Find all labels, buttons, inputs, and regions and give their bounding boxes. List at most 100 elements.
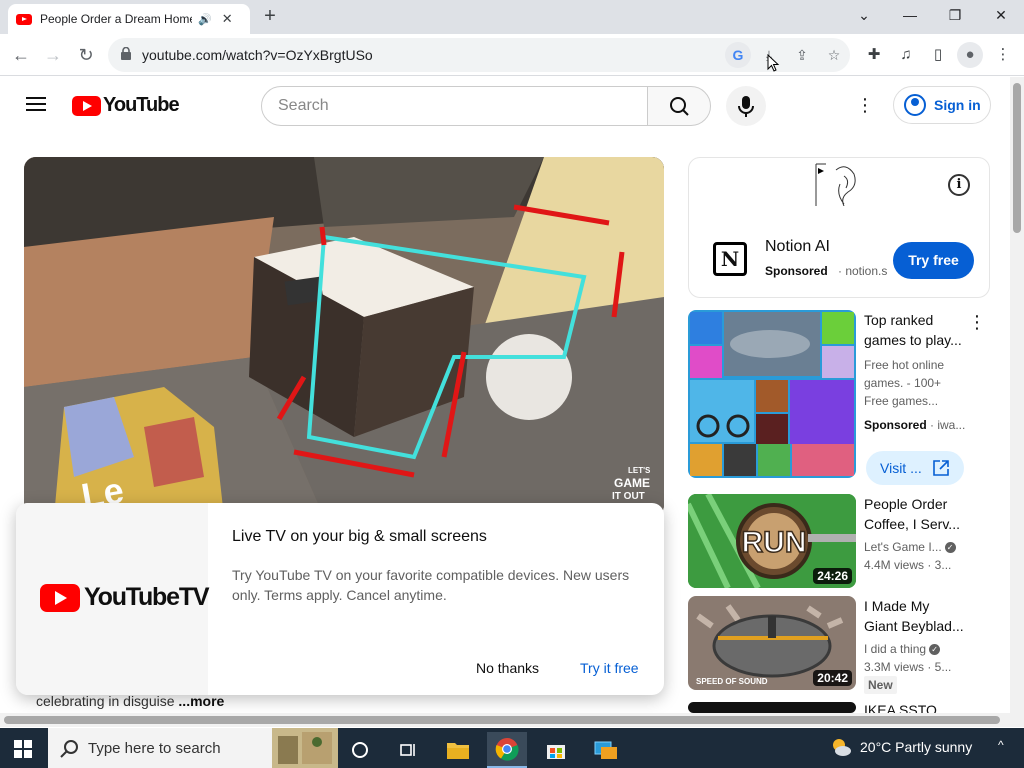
- share-icon[interactable]: ⇪: [789, 42, 815, 68]
- media-control-icon[interactable]: ♫: [893, 42, 919, 68]
- video-duration: 24:26: [813, 568, 852, 584]
- description-text: celebrating in disguise: [36, 693, 175, 709]
- try-free-button[interactable]: Try free: [893, 242, 974, 279]
- back-button[interactable]: ←: [8, 42, 34, 68]
- search-input[interactable]: Search: [261, 86, 648, 126]
- windows-taskbar: Type here to search 20°C Partly sunny ^: [0, 728, 1024, 768]
- youtube-play-icon: [72, 95, 101, 116]
- settings-more-icon[interactable]: ⋮: [854, 91, 876, 119]
- try-it-free-button[interactable]: Try it free: [580, 660, 639, 676]
- google-lens-icon[interactable]: G: [725, 42, 751, 68]
- game-ad-title-line-2: games to play...: [864, 332, 962, 348]
- watermark-line-3: IT OUT: [612, 491, 645, 502]
- tab-search-chevron-icon[interactable]: ⌄: [844, 3, 884, 27]
- lock-icon[interactable]: [121, 47, 131, 60]
- minimize-button[interactable]: —: [890, 3, 930, 27]
- tab-title: People Order a Dream Home: [40, 12, 192, 26]
- video-title-line-1: People Order: [864, 496, 948, 512]
- no-thanks-button[interactable]: No thanks: [476, 660, 539, 676]
- video-title: I Made My Giant Beyblad...: [864, 596, 968, 636]
- search-icon: [670, 97, 689, 116]
- chrome-taskbar-icon[interactable]: [487, 732, 527, 768]
- watermark-line-1: LET'S: [628, 466, 651, 475]
- window-close-button[interactable]: ✕: [981, 3, 1021, 27]
- recommended-video[interactable]: RUN 24:26 People Order Coffee, I Serv...…: [688, 494, 1008, 588]
- game-ad-menu-icon[interactable]: ⋮: [968, 312, 986, 333]
- search-button[interactable]: [647, 86, 711, 126]
- game-ad-item[interactable]: Top ranked games to play... Free hot onl…: [688, 310, 1008, 485]
- remote-desktop-icon[interactable]: [586, 732, 626, 768]
- voice-search-button[interactable]: [726, 86, 766, 126]
- address-bar[interactable]: youtube.com/watch?v=OzYxBrgtUSo G ⤓ ⇪ ☆: [108, 38, 850, 72]
- guide-menu-icon[interactable]: [26, 97, 46, 111]
- recommended-video[interactable]: IKEA SSTO: [688, 702, 1008, 713]
- description-more-link[interactable]: ...more: [178, 693, 224, 709]
- taskbar-search-icon: [60, 740, 78, 758]
- ad-advertiser-name: Notion AI: [765, 238, 830, 255]
- vertical-scroll-thumb[interactable]: [1013, 83, 1021, 233]
- sign-in-button[interactable]: Sign in: [893, 86, 991, 124]
- weather-text: 20°C Partly sunny: [860, 739, 973, 755]
- youtube-wordmark: YouTube: [103, 94, 180, 116]
- browser-tab[interactable]: People Order a Dream Home 🔊 ✕: [8, 4, 250, 34]
- video-thumbnail: RUN 24:26: [688, 494, 856, 588]
- sign-in-label: Sign in: [934, 97, 981, 113]
- horizontal-scroll-thumb[interactable]: [4, 716, 1000, 724]
- reload-button[interactable]: ↻: [73, 42, 99, 68]
- recommended-video[interactable]: SPEED OF SOUND 20:42 I Made My Giant Bey…: [688, 596, 1008, 694]
- youtube-tv-play-icon: [40, 583, 80, 612]
- extensions-puzzle-icon[interactable]: ✚: [861, 42, 887, 68]
- side-panel-icon[interactable]: ▯: [925, 42, 951, 68]
- youtube-tv-logo: YouTubeTV: [36, 583, 210, 612]
- video-description[interactable]: celebrating in disguise ...more: [36, 693, 224, 709]
- game-ad-desc-line-1: Free hot online: [864, 358, 945, 372]
- forward-button[interactable]: →: [40, 42, 66, 68]
- thumbnail-run-text: RUN: [742, 526, 807, 559]
- ad-domain: · notion.s: [838, 264, 888, 278]
- ad-sponsored-label: Sponsored: [765, 264, 828, 278]
- ad-info-icon[interactable]: i: [948, 174, 970, 196]
- horizontal-scrollbar[interactable]: [0, 713, 1010, 727]
- game-ad-title: Top ranked games to play...: [864, 310, 968, 350]
- taskbar-search-placeholder: Type here to search: [88, 739, 221, 757]
- game-ad-sponsor-row: Sponsored · iwa...: [864, 418, 965, 432]
- microsoft-store-icon[interactable]: [536, 732, 576, 768]
- browser-menu-icon[interactable]: ⋮: [990, 42, 1016, 68]
- windows-start-icon[interactable]: [14, 740, 32, 758]
- file-explorer-icon[interactable]: [438, 732, 478, 768]
- video-title-line-2: Giant Beyblad...: [864, 618, 964, 634]
- microphone-icon: [738, 96, 754, 117]
- show-hidden-icons-chevron-icon[interactable]: ^: [998, 738, 1004, 752]
- task-view-icon[interactable]: [388, 732, 428, 768]
- video-stats: 4.4M views · 3...: [864, 558, 952, 572]
- verified-check-icon: ✓: [944, 542, 956, 554]
- taskbar-search-input[interactable]: Type here to search: [48, 728, 338, 768]
- weather-widget[interactable]: 20°C Partly sunny: [830, 736, 972, 758]
- video-player[interactable]: LET'S GAME IT OUT Le: [24, 157, 664, 517]
- watermark-line-2: GAME: [614, 476, 650, 490]
- youtube-tv-wordmark: YouTubeTV: [84, 583, 210, 611]
- restore-button[interactable]: ❐: [935, 3, 975, 27]
- youtube-logo[interactable]: YouTube: [72, 94, 180, 117]
- url-text[interactable]: youtube.com/watch?v=OzYxBrgtUSo: [142, 47, 373, 63]
- cortana-icon[interactable]: [340, 732, 380, 768]
- tab-close-icon[interactable]: ✕: [222, 11, 233, 27]
- video-title: IKEA SSTO: [864, 702, 937, 713]
- speaker-icon[interactable]: 🔊: [198, 13, 212, 26]
- youtube-tv-promo-dialog: YouTubeTV Live TV on your big & small sc…: [16, 503, 664, 695]
- new-tab-button[interactable]: +: [260, 6, 280, 26]
- thumbnail-speed-text: SPEED OF SOUND: [696, 677, 768, 686]
- bookmark-star-icon[interactable]: ☆: [821, 42, 847, 68]
- vertical-scrollbar[interactable]: [1010, 77, 1024, 727]
- youtube-masthead: YouTube Search ⋮ Sign in: [0, 77, 1010, 133]
- partly-sunny-icon: [833, 739, 851, 756]
- visit-button[interactable]: Visit ...: [866, 451, 964, 485]
- profile-avatar-icon[interactable]: ●: [957, 42, 983, 68]
- notion-ad-card[interactable]: i N Notion AI Sponsored · notion.s Try f…: [688, 157, 990, 298]
- video-channel: I did a thing ✓: [864, 642, 941, 656]
- notion-logo-icon: N: [713, 242, 747, 276]
- channel-name: Let's Game I...: [864, 540, 942, 554]
- video-duration: 20:42: [813, 670, 852, 686]
- external-link-icon: [932, 460, 949, 476]
- game-ad-description: Free hot online games. - 100+ Free games…: [864, 356, 944, 410]
